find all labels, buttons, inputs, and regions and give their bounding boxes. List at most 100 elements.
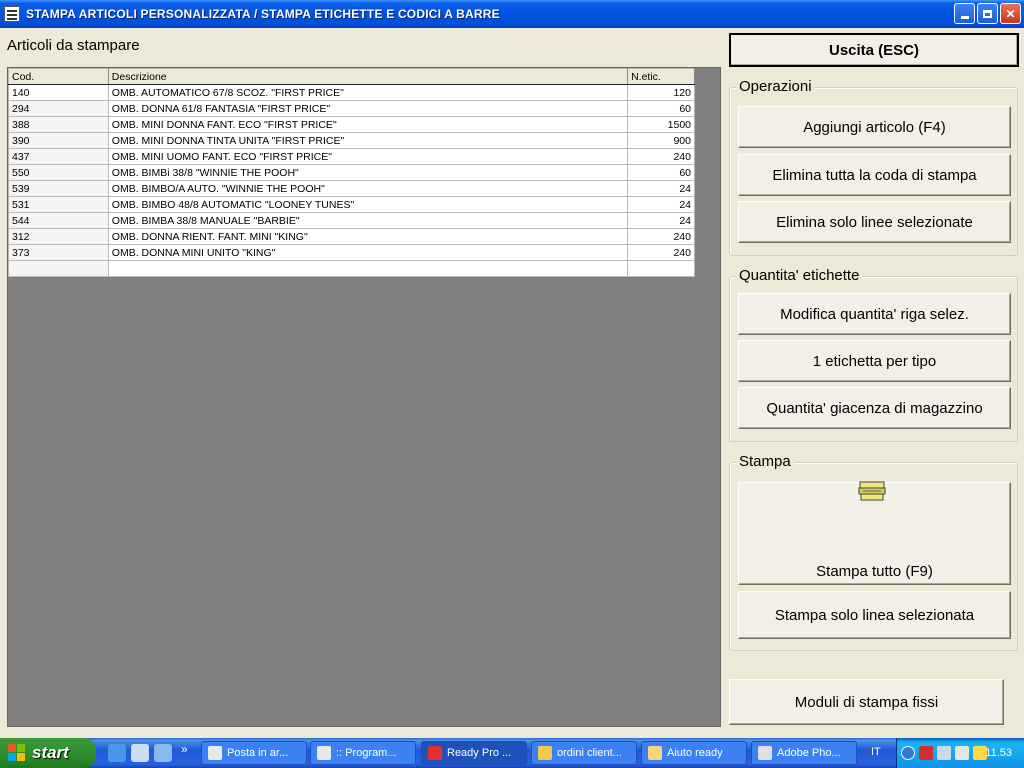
table-row[interactable]: 437 OMB. MINI UOMO FANT. ECO "FIRST PRICE…: [8, 148, 695, 165]
task-ordini[interactable]: ordini client...: [531, 741, 637, 765]
cell-netic[interactable]: 900: [627, 132, 695, 149]
cell-descrizione[interactable]: OMB. AUTOMATICO 67/8 SCOZ. "FIRST PRICE": [107, 84, 629, 101]
table-row[interactable]: 544 OMB. BIMBA 38/8 MANUALE "BARBIE" 24: [8, 212, 695, 229]
ie-quicklaunch-icon[interactable]: [108, 744, 126, 762]
language-indicator[interactable]: IT: [871, 746, 881, 758]
print-all-label: Stampa tutto (F9): [816, 563, 933, 580]
task-label: Adobe Pho...: [777, 747, 841, 759]
cell-descrizione[interactable]: OMB. BIMBO 48/8 AUTOMATIC "LOONEY TUNES": [107, 196, 629, 213]
tray-expand-icon[interactable]: [901, 746, 915, 760]
table-row[interactable]: 531 OMB. BIMBO 48/8 AUTOMATIC "LOONEY TUN…: [8, 196, 695, 213]
task-aiuto[interactable]: Aiuto ready: [641, 741, 747, 765]
minimize-button[interactable]: [954, 3, 975, 24]
cell-descrizione[interactable]: OMB. BIMBi 38/8 "WINNIE THE POOH": [107, 164, 629, 181]
table-row[interactable]: 312 OMB. DONNA RIENT. FANT. MINI "KING" 24…: [8, 228, 695, 245]
cell-descrizione[interactable]: OMB. MINI DONNA TINTA UNITA "FIRST PRICE…: [107, 132, 629, 149]
cell-cod[interactable]: 539: [8, 180, 109, 197]
cell-empty[interactable]: [8, 260, 109, 277]
document-icon: [538, 746, 552, 760]
cell-cod[interactable]: 437: [8, 148, 109, 165]
cell-cod[interactable]: 544: [8, 212, 109, 229]
task-adobe[interactable]: Adobe Pho...: [751, 741, 857, 765]
print-selected-line-button[interactable]: Stampa solo linea selezionata: [738, 591, 1011, 639]
cell-cod[interactable]: 531: [8, 196, 109, 213]
task-posta[interactable]: Posta in ar...: [201, 741, 307, 765]
cell-netic[interactable]: 24: [627, 212, 695, 229]
app-icon: [4, 6, 20, 22]
cell-cod[interactable]: 373: [8, 244, 109, 261]
cell-descrizione[interactable]: OMB. DONNA 61/8 FANTASIA "FIRST PRICE": [107, 100, 629, 117]
articles-table[interactable]: Cod. Descrizione N.etic. 140 OMB. AUTOMAT…: [8, 68, 695, 277]
cell-descrizione[interactable]: OMB. BIMBO/A AUTO. "WINNIE THE POOH": [107, 180, 629, 197]
start-label: start: [32, 743, 69, 762]
task-label: Posta in ar...: [227, 747, 289, 759]
task-label: Aiuto ready: [667, 747, 723, 759]
close-button[interactable]: ✕: [1000, 3, 1021, 24]
cell-netic[interactable]: 24: [627, 180, 695, 197]
cell-netic[interactable]: 120: [627, 84, 695, 101]
cell-netic[interactable]: 240: [627, 148, 695, 165]
print-legend: Stampa: [736, 453, 794, 470]
stock-quantity-button[interactable]: Quantita' giacenza di magazzino: [738, 387, 1011, 429]
close-icon: ✕: [1005, 6, 1016, 21]
display-icon[interactable]: [955, 746, 969, 760]
cell-cod[interactable]: 550: [8, 164, 109, 181]
cell-descrizione[interactable]: OMB. DONNA RIENT. FANT. MINI "KING": [107, 228, 629, 245]
table-row[interactable]: 140 OMB. AUTOMATICO 67/8 SCOZ. "FIRST PRI…: [8, 84, 695, 101]
cell-netic[interactable]: 60: [627, 100, 695, 117]
table-row-empty[interactable]: [8, 260, 695, 277]
column-header-descrizione[interactable]: Descrizione: [107, 68, 629, 85]
browser-quicklaunch-icon[interactable]: [154, 744, 172, 762]
cell-netic[interactable]: 24: [627, 196, 695, 213]
cell-netic[interactable]: 240: [627, 228, 695, 245]
delete-all-queue-button[interactable]: Elimina tutta la coda di stampa: [738, 154, 1011, 196]
column-header-netic[interactable]: N.etic.: [627, 68, 695, 85]
task-ready-pro[interactable]: Ready Pro ...: [421, 741, 527, 765]
articles-grid-area[interactable]: Cod. Descrizione N.etic. 140 OMB. AUTOMAT…: [7, 67, 721, 727]
task-label: Ready Pro ...: [447, 747, 512, 759]
cell-descrizione[interactable]: OMB. BIMBA 38/8 MANUALE "BARBIE": [107, 212, 629, 229]
cell-cod[interactable]: 390: [8, 132, 109, 149]
table-header-row: Cod. Descrizione N.etic.: [8, 68, 695, 85]
adobe-icon: [758, 746, 772, 760]
cell-cod[interactable]: 294: [8, 100, 109, 117]
exit-button[interactable]: Uscita (ESC): [729, 33, 1019, 67]
cell-empty[interactable]: [107, 260, 629, 277]
cell-descrizione[interactable]: OMB. MINI DONNA FANT. ECO "FIRST PRICE": [107, 116, 629, 133]
outlook-quicklaunch-icon[interactable]: [131, 744, 149, 762]
table-row[interactable]: 294 OMB. DONNA 61/8 FANTASIA "FIRST PRICE…: [8, 100, 695, 117]
table-row[interactable]: 550 OMB. BIMBi 38/8 "WINNIE THE POOH" 60: [8, 164, 695, 181]
column-header-cod[interactable]: Cod.: [8, 68, 109, 85]
add-article-button[interactable]: Aggiungi articolo (F4): [738, 106, 1011, 148]
delete-selected-lines-button[interactable]: Elimina solo linee selezionate: [738, 201, 1011, 243]
taskbar: start » Posta in ar... :: Program... Rea…: [0, 738, 1024, 768]
cell-netic[interactable]: 1500: [627, 116, 695, 133]
quicklaunch-chevron[interactable]: »: [181, 742, 188, 756]
task-program[interactable]: :: Program...: [310, 741, 416, 765]
fixed-print-modules-button[interactable]: Moduli di stampa fissi: [729, 679, 1004, 725]
table-row[interactable]: 539 OMB. BIMBO/A AUTO. "WINNIE THE POOH" 2…: [8, 180, 695, 197]
minimize-icon: [960, 16, 969, 19]
clock[interactable]: 11.53: [985, 747, 1012, 759]
cell-cod[interactable]: 312: [8, 228, 109, 245]
modify-quantity-button[interactable]: Modifica quantita' riga selez.: [738, 293, 1011, 335]
title-bar[interactable]: STAMPA ARTICOLI PERSONALIZZATA / STAMPA …: [0, 0, 1024, 28]
cell-netic[interactable]: 60: [627, 164, 695, 181]
cell-empty[interactable]: [627, 260, 695, 277]
start-button[interactable]: start: [0, 738, 96, 768]
cell-descrizione[interactable]: OMB. MINI UOMO FANT. ECO "FIRST PRICE": [107, 148, 629, 165]
antivirus-icon[interactable]: [919, 746, 933, 760]
cell-cod[interactable]: 388: [8, 116, 109, 133]
one-label-per-type-button[interactable]: 1 etichetta per tipo: [738, 340, 1011, 382]
network-icon[interactable]: [937, 746, 951, 760]
windows-flag-icon: [8, 744, 26, 762]
table-row[interactable]: 373 OMB. DONNA MINI UNITO "KING" 240: [8, 244, 695, 261]
window-client: Articoli da stampare Cod. Descrizione N.…: [0, 28, 1024, 738]
cell-cod[interactable]: 140: [8, 84, 109, 101]
cell-descrizione[interactable]: OMB. DONNA MINI UNITO "KING": [107, 244, 629, 261]
table-row[interactable]: 388 OMB. MINI DONNA FANT. ECO "FIRST PRIC…: [8, 116, 695, 133]
section-title: Articoli da stampare: [7, 37, 140, 54]
restore-button[interactable]: [977, 3, 998, 24]
table-row[interactable]: 390 OMB. MINI DONNA TINTA UNITA "FIRST PR…: [8, 132, 695, 149]
cell-netic[interactable]: 240: [627, 244, 695, 261]
